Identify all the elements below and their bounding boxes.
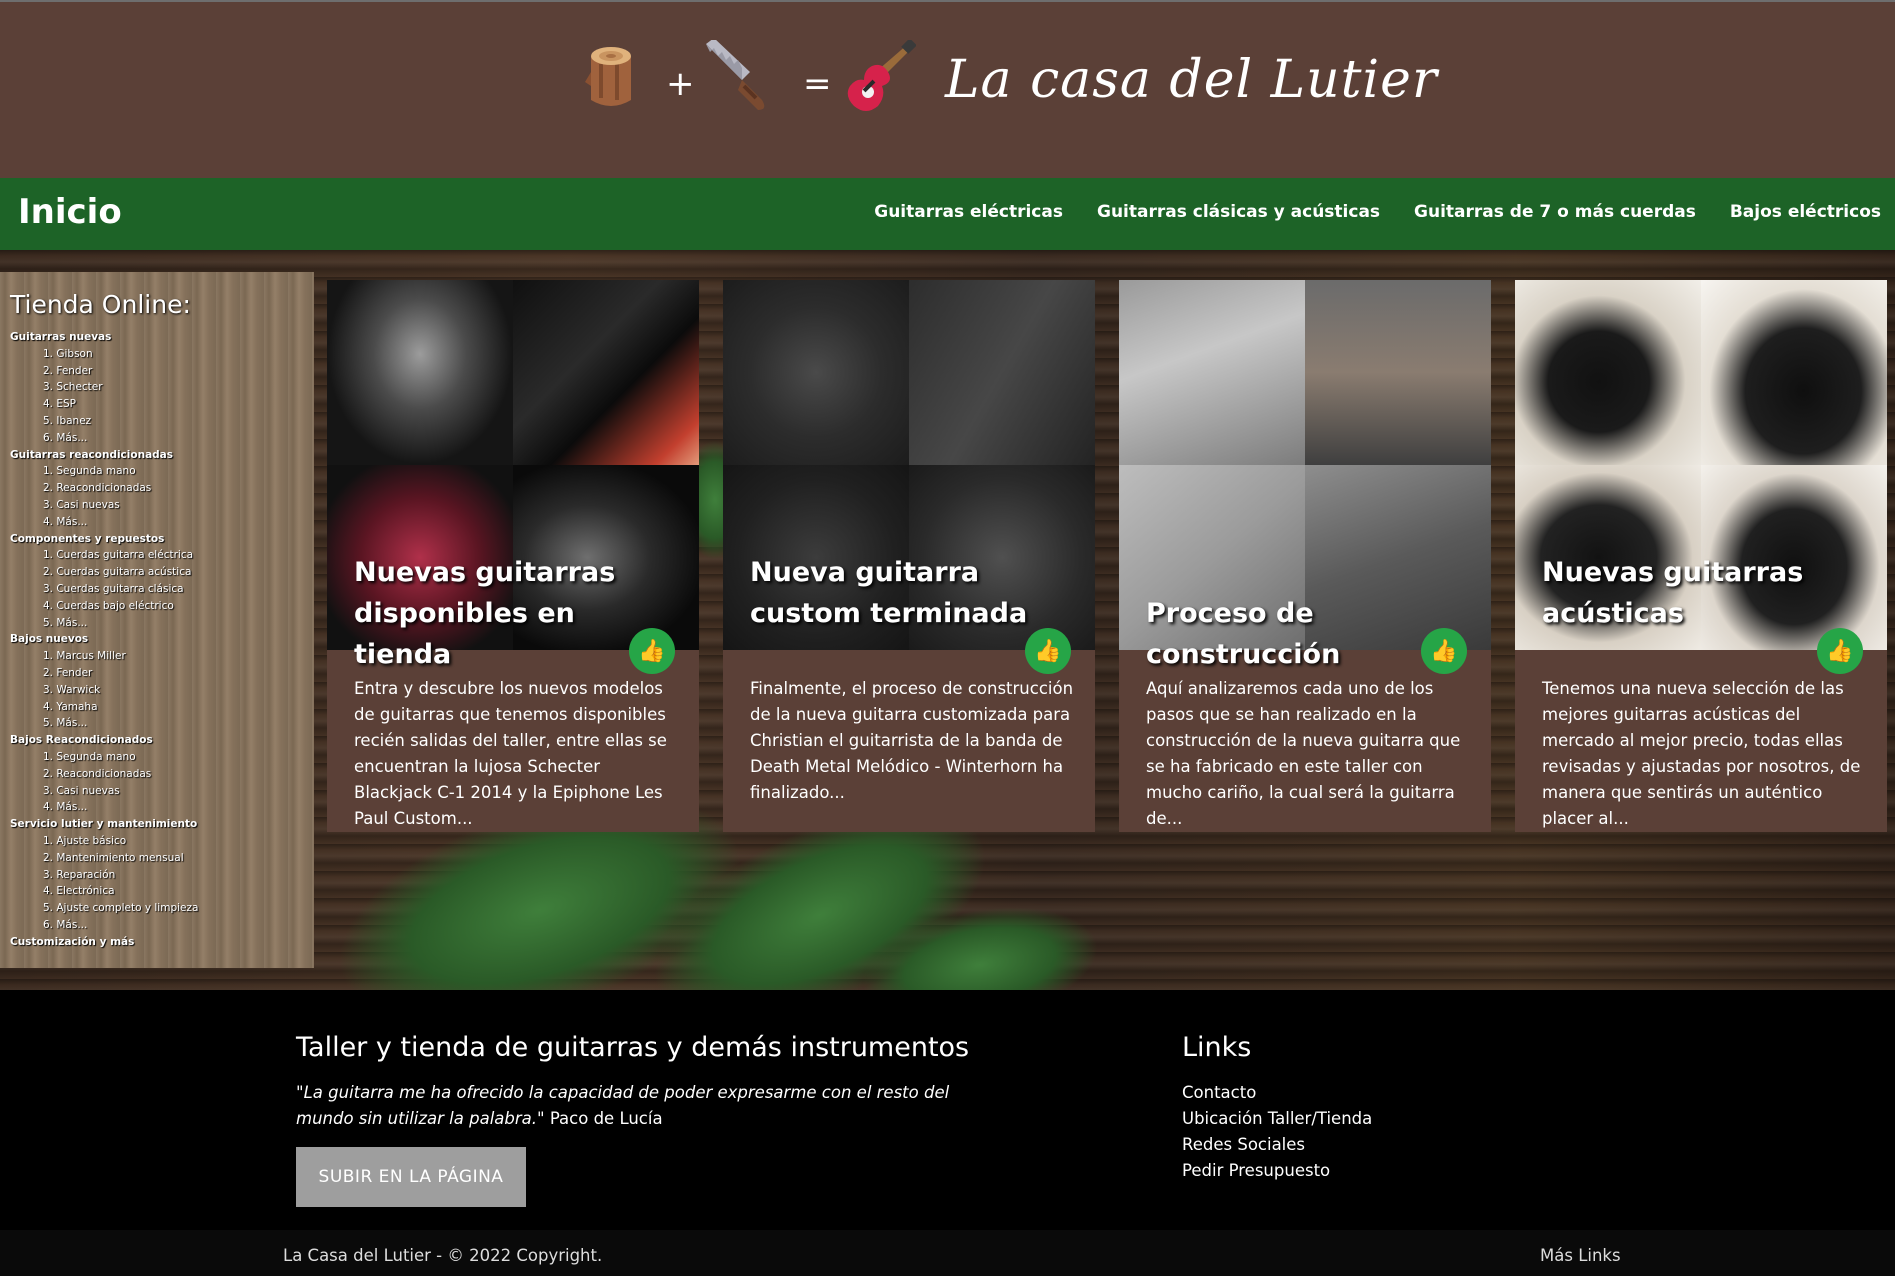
sidebar-subitem[interactable]: 5. Más... (10, 715, 304, 732)
sidebar-subitem[interactable]: 2. Fender (10, 665, 304, 682)
site-header: + = La casa del Lutier (0, 0, 1895, 178)
card-title[interactable]: Proceso de construcción (1146, 593, 1466, 675)
saw-icon (702, 38, 768, 116)
sidebar-category[interactable]: Guitarras nuevas (10, 329, 304, 346)
electric-guitar-icon (842, 38, 917, 118)
sidebar-category[interactable]: Guitarras reacondicionadas (10, 447, 304, 464)
sidebar-subitem[interactable]: 3. Cuerdas guitarra clásica (10, 581, 304, 598)
sidebar-subitem[interactable]: 1. Segunda mano (10, 749, 304, 766)
sidebar-category[interactable]: Componentes y repuestos (10, 531, 304, 548)
nav-link-bass-guitars[interactable]: Bajos eléctricos (1730, 202, 1881, 222)
sidebar-subitem[interactable]: 1. Marcus Miller (10, 648, 304, 665)
logo-equals: = (803, 64, 832, 104)
sidebar-subitem[interactable]: 1. Ajuste básico (10, 833, 304, 850)
sidebar-subitem[interactable]: 6. Más... (10, 917, 304, 934)
card-text: Finalmente, el proceso de construcción d… (750, 679, 1074, 802)
news-card[interactable]: Nueva guitarra custom terminada 👍 Finalm… (723, 280, 1095, 832)
copyright-text: La Casa del Lutier - © 2022 Copyright. (283, 1246, 603, 1265)
thumbs-up-icon: 👍 (1826, 638, 1854, 664)
sidebar-shop-menu: Tienda Online: Guitarras nuevas 1. Gibson… (0, 272, 314, 968)
wood-log-icon (585, 42, 637, 114)
footer-title: Taller y tienda de guitarras y demás ins… (296, 1032, 970, 1063)
sidebar-subitem[interactable]: 5. Ajuste completo y limpieza (10, 900, 304, 917)
sidebar-subitem[interactable]: 4. Cuerdas bajo eléctrico (10, 598, 304, 615)
like-button[interactable]: 👍 (1817, 628, 1863, 674)
footer-links-title: Links (1182, 1032, 1252, 1063)
sidebar-subitem[interactable]: 4. Yamaha (10, 699, 304, 716)
footer-link-social[interactable]: Redes Sociales (1182, 1132, 1372, 1158)
footer-link-quote-request[interactable]: Pedir Presupuesto (1182, 1158, 1372, 1184)
card-text: Aquí analizaremos cada uno de los pasos … (1146, 679, 1461, 828)
sidebar-subitem[interactable]: 1. Segunda mano (10, 463, 304, 480)
nav-link-electric-guitars[interactable]: Guitarras eléctricas (874, 202, 1063, 222)
sidebar-subitem[interactable]: 2. Fender (10, 363, 304, 380)
sidebar-subitem[interactable]: 3. Schecter (10, 379, 304, 396)
footer-links: Contacto Ubicación Taller/Tienda Redes S… (1182, 1080, 1372, 1184)
like-button[interactable]: 👍 (1421, 628, 1467, 674)
news-card[interactable]: Nuevas guitarras acústicas 👍 Tenemos una… (1515, 280, 1887, 832)
sidebar-subitem[interactable]: 2. Reacondicionadas (10, 480, 304, 497)
nav-link-7-string[interactable]: Guitarras de 7 o más cuerdas (1414, 202, 1696, 222)
sidebar-category[interactable]: Customización y más (10, 934, 304, 951)
sidebar-subitem[interactable]: 5. Ibanez (10, 413, 304, 430)
footer-quote: "La guitarra me ha ofrecido la capacidad… (296, 1080, 956, 1132)
news-card[interactable]: Proceso de construcción 👍 Aquí analizare… (1119, 280, 1491, 832)
sidebar-subitem[interactable]: 2. Reacondicionadas (10, 766, 304, 783)
site-footer: Taller y tienda de guitarras y demás ins… (0, 990, 1895, 1230)
sidebar-subitem[interactable]: 4. Electrónica (10, 883, 304, 900)
site-title: La casa del Lutier (945, 50, 1438, 110)
sidebar-subitem[interactable]: 3. Casi nuevas (10, 783, 304, 800)
main-navbar: Inicio Guitarras eléctricas Guitarras cl… (0, 178, 1895, 250)
card-title[interactable]: Nueva guitarra custom terminada (750, 552, 1070, 634)
footer-link-location[interactable]: Ubicación Taller/Tienda (1182, 1106, 1372, 1132)
footer-link-contact[interactable]: Contacto (1182, 1080, 1372, 1106)
sidebar-category[interactable]: Bajos Reacondicionados (10, 732, 304, 749)
thumbs-up-icon: 👍 (1034, 638, 1062, 664)
sidebar-subitem[interactable]: 2. Mantenimiento mensual (10, 850, 304, 867)
sidebar-category[interactable]: Bajos nuevos (10, 631, 304, 648)
sidebar-category-list: Guitarras nuevas 1. Gibson 2. Fender 3. Sch… (10, 329, 304, 950)
like-button[interactable]: 👍 (629, 628, 675, 674)
more-links-link[interactable]: Más Links (1540, 1246, 1621, 1265)
card-title[interactable]: Nuevas guitarras disponibles en tienda (354, 552, 674, 675)
nav-links: Guitarras eléctricas Guitarras clásicas … (874, 202, 1881, 222)
nav-home-link[interactable]: Inicio (18, 192, 122, 232)
sidebar-subitem[interactable]: 3. Warwick (10, 682, 304, 699)
sidebar-subitem[interactable]: 1. Gibson (10, 346, 304, 363)
sidebar-category[interactable]: Servicio lutier y mantenimiento (10, 816, 304, 833)
like-button[interactable]: 👍 (1025, 628, 1071, 674)
sidebar-subitem[interactable]: 4. Más... (10, 514, 304, 531)
thumbs-up-icon: 👍 (1430, 638, 1458, 664)
thumbs-up-icon: 👍 (638, 638, 666, 664)
sidebar-subitem[interactable]: 6. Más... (10, 430, 304, 447)
copyright-bar: La Casa del Lutier - © 2022 Copyright. M… (0, 1230, 1895, 1276)
sidebar-subitem[interactable]: 4. ESP (10, 396, 304, 413)
card-title[interactable]: Nuevas guitarras acústicas (1542, 552, 1862, 634)
scroll-to-top-button[interactable]: SUBIR EN LA PÁGINA (296, 1147, 526, 1207)
sidebar-subitem[interactable]: 3. Casi nuevas (10, 497, 304, 514)
sidebar-subitem[interactable]: 2. Cuerdas guitarra acústica (10, 564, 304, 581)
nav-link-classical-acoustic[interactable]: Guitarras clásicas y acústicas (1097, 202, 1380, 222)
news-card[interactable]: Nuevas guitarras disponibles en tienda 👍… (327, 280, 699, 832)
sidebar-subitem[interactable]: 1. Cuerdas guitarra eléctrica (10, 547, 304, 564)
logo-plus: + (666, 64, 695, 104)
logo[interactable]: + = La casa del Lutier (580, 38, 1437, 120)
sidebar-subitem[interactable]: 4. Más... (10, 799, 304, 816)
quote-author: Paco de Lucía (549, 1109, 663, 1128)
card-text: Entra y descubre los nuevos modelos de g… (354, 679, 667, 828)
sidebar-subitem[interactable]: 3. Reparación (10, 867, 304, 884)
sidebar-title: Tienda Online: (10, 290, 191, 319)
sidebar-subitem[interactable]: 5. Más... (10, 615, 304, 632)
card-text: Tenemos una nueva selección de las mejor… (1542, 679, 1861, 828)
